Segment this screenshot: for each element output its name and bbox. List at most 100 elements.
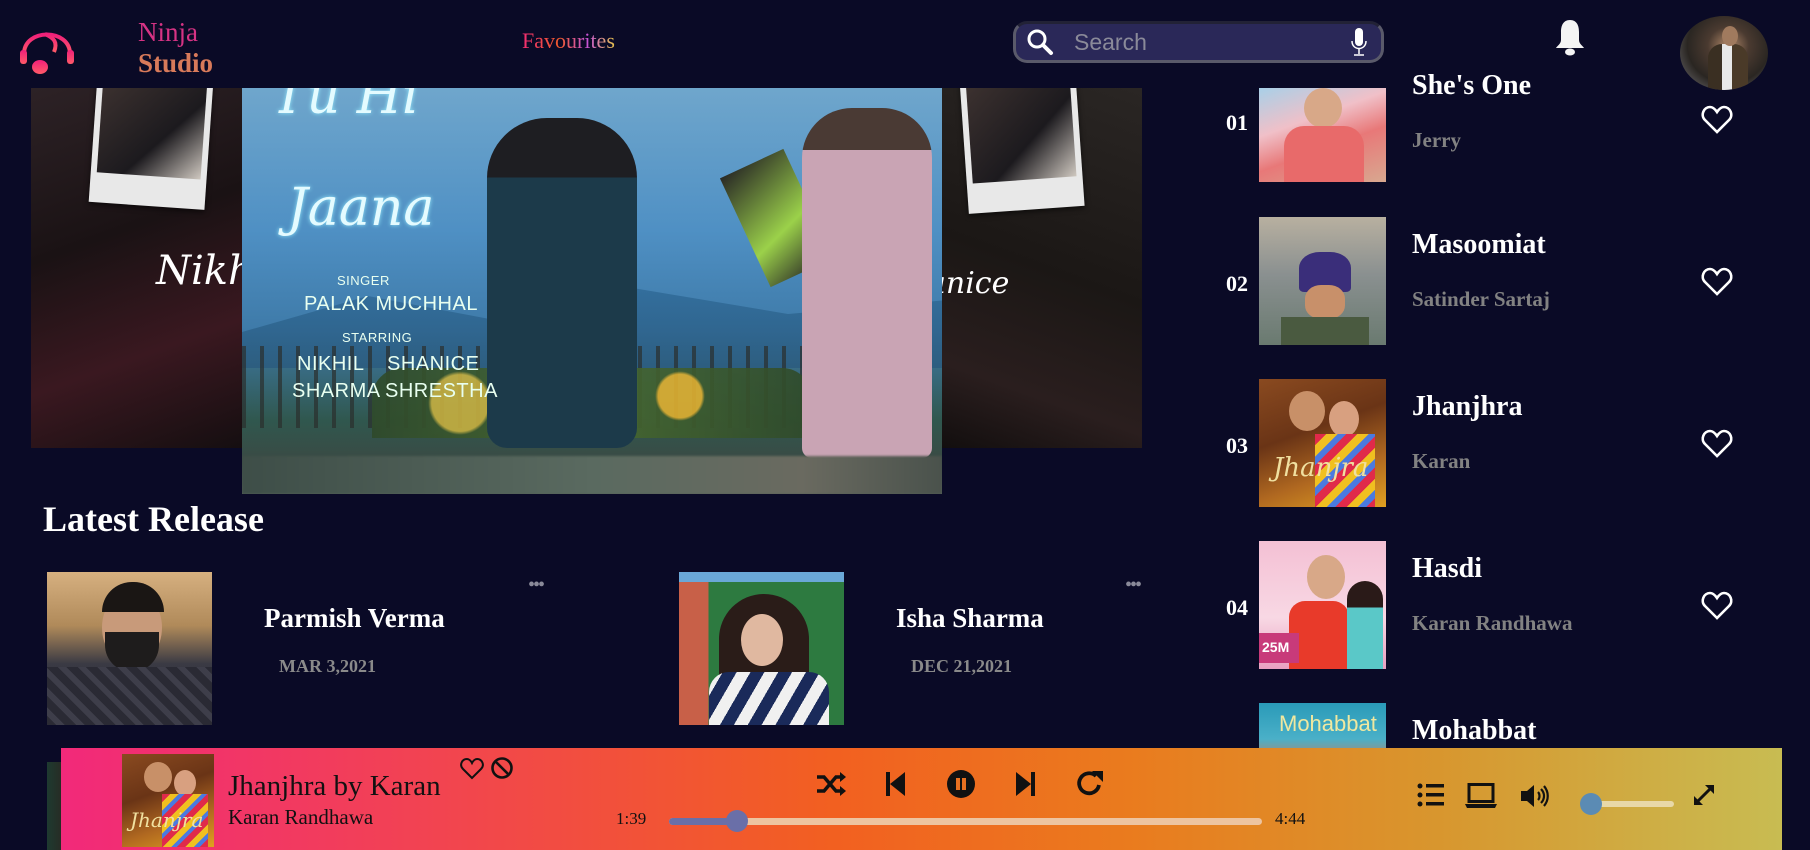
poster-singer-label: SINGER [337, 273, 390, 288]
face [144, 762, 172, 792]
song-cover[interactable]: Jhanjra [1259, 379, 1386, 507]
song-cover[interactable] [1259, 88, 1386, 182]
carousel-slide-active[interactable]: Tu Hi Jaana SINGER PALAK MUCHHAL STARRIN… [242, 88, 942, 494]
poster-singer: PALAK MUCHHAL [304, 293, 478, 315]
song-list-item[interactable]: 01 She's One Jerry [1226, 70, 1746, 218]
figure-man [487, 118, 637, 448]
hair [102, 582, 164, 612]
song-list-item[interactable]: 03 Jhanjra Jhanjhra Karan [1226, 379, 1746, 509]
release-card-name[interactable]: Parmish Verma [264, 603, 445, 634]
now-playing-artist: Karan Randhawa [228, 805, 374, 829]
brand-line-1: Ninja [138, 17, 198, 47]
release-card-name[interactable]: Isha Sharma [896, 603, 1044, 634]
nav-favourites-link[interactable]: Favourites [522, 28, 615, 54]
music-player-bar: Jhanjra Jhanjhra by Karan Karan Randhawa… [61, 748, 1782, 850]
poster-starring-label: STARRING [342, 330, 413, 345]
song-artist[interactable]: Satinder Sartaj [1412, 287, 1550, 312]
mic-icon[interactable] [1350, 27, 1368, 57]
song-title[interactable]: Jhanjhra [1412, 391, 1522, 423]
polaroid-photo [959, 88, 1085, 214]
more-options-button[interactable]: ••• [1125, 575, 1142, 595]
cover-script: Jhanjra [130, 808, 204, 832]
like-heart-icon[interactable] [460, 758, 484, 780]
progress-knob[interactable] [726, 810, 749, 832]
search-input[interactable] [1074, 28, 1344, 56]
brand-line-2: Studio [138, 48, 214, 78]
song-title[interactable]: She's One [1412, 70, 1531, 102]
release-card-image[interactable] [679, 572, 844, 725]
poster-star1-line2: SHARMA [292, 380, 381, 402]
volume-knob[interactable] [1580, 793, 1602, 815]
brand-name[interactable]: Ninja Studio [138, 16, 213, 80]
carousel-slide-previous[interactable]: Nikh [31, 88, 251, 448]
cover-script: Jhanjra [1273, 453, 1369, 483]
song-artist[interactable]: Karan [1412, 449, 1470, 474]
bell-icon[interactable] [1553, 18, 1587, 56]
poster-star2-line1: SHANICE [387, 353, 480, 375]
heart-icon[interactable] [1701, 105, 1733, 135]
poster-star2-line2: SHRESTHA [385, 380, 498, 402]
block-icon[interactable] [490, 756, 514, 780]
headphones-music-logo-icon[interactable] [18, 20, 76, 80]
expand-icon[interactable] [1692, 783, 1716, 807]
face [741, 614, 783, 666]
robe [47, 667, 212, 725]
figure-woman [802, 108, 932, 458]
current-time: 1:39 [616, 809, 647, 828]
search-icon[interactable] [1026, 28, 1054, 56]
next-icon[interactable] [1010, 768, 1042, 800]
volume-icon[interactable] [1520, 783, 1550, 809]
views-badge: 25M [1259, 633, 1299, 663]
heart-icon[interactable] [1701, 429, 1733, 459]
repeat-icon[interactable] [1074, 768, 1106, 800]
search-bar[interactable] [1013, 21, 1384, 63]
song-artist[interactable]: Jerry [1412, 128, 1461, 153]
song-cover[interactable]: 25M [1259, 541, 1386, 669]
previous-icon[interactable] [879, 768, 911, 800]
slide-script-text: anice [940, 266, 1010, 301]
pause-icon[interactable] [945, 768, 977, 800]
song-cover[interactable] [1259, 217, 1386, 345]
total-time: 4:44 [1275, 809, 1306, 828]
song-rank: 04 [1226, 595, 1248, 620]
device-laptop-icon[interactable] [1465, 783, 1497, 809]
latest-release-heading: Latest Release [43, 499, 264, 539]
song-title[interactable]: Hasdi [1412, 553, 1482, 585]
song-rank: 01 [1226, 110, 1248, 135]
face [1304, 88, 1342, 128]
cover-text: Mohabbat [1279, 711, 1377, 736]
avatar-head [1722, 26, 1738, 46]
now-playing-title: Jhanjhra by Karan [228, 770, 441, 802]
heart-icon[interactable] [1701, 591, 1733, 621]
face [1329, 401, 1359, 437]
song-rank: 02 [1226, 271, 1248, 296]
song-rank: 03 [1226, 433, 1248, 458]
more-options-button[interactable]: ••• [528, 575, 545, 595]
slide-script-text: Nikh [156, 248, 251, 294]
song-title[interactable]: Mohabbat [1412, 715, 1536, 747]
figure [1347, 581, 1383, 669]
heart-icon[interactable] [1701, 267, 1733, 297]
coat [1281, 317, 1369, 345]
progress-slider[interactable] [669, 810, 1262, 832]
poster-bottom-fade [242, 456, 942, 494]
song-artist[interactable]: Karan Randhawa [1412, 611, 1572, 636]
now-playing-cover[interactable]: Jhanjra [122, 754, 214, 847]
face [1307, 555, 1345, 599]
poster-title-line1: Tu Hi [272, 88, 419, 126]
face [174, 770, 196, 796]
user-avatar[interactable] [1680, 16, 1768, 90]
song-title[interactable]: Masoomiat [1412, 229, 1546, 261]
song-list-item[interactable]: 02 Masoomiat Satinder Sartaj [1226, 217, 1746, 347]
song-list-item[interactable]: 04 25M Hasdi Karan Randhawa [1226, 541, 1746, 671]
carousel-slide-next[interactable]: anice [940, 88, 1142, 448]
queue-list-icon[interactable] [1417, 783, 1445, 807]
shuffle-icon[interactable] [815, 768, 847, 800]
face [1289, 391, 1325, 431]
beard [105, 632, 159, 672]
release-card-date: DEC 21,2021 [911, 656, 1013, 676]
volume-slider[interactable] [1580, 793, 1674, 815]
release-card-image[interactable] [47, 572, 212, 725]
release-card-date: MAR 3,2021 [279, 656, 376, 676]
polaroid-photo [88, 88, 214, 210]
